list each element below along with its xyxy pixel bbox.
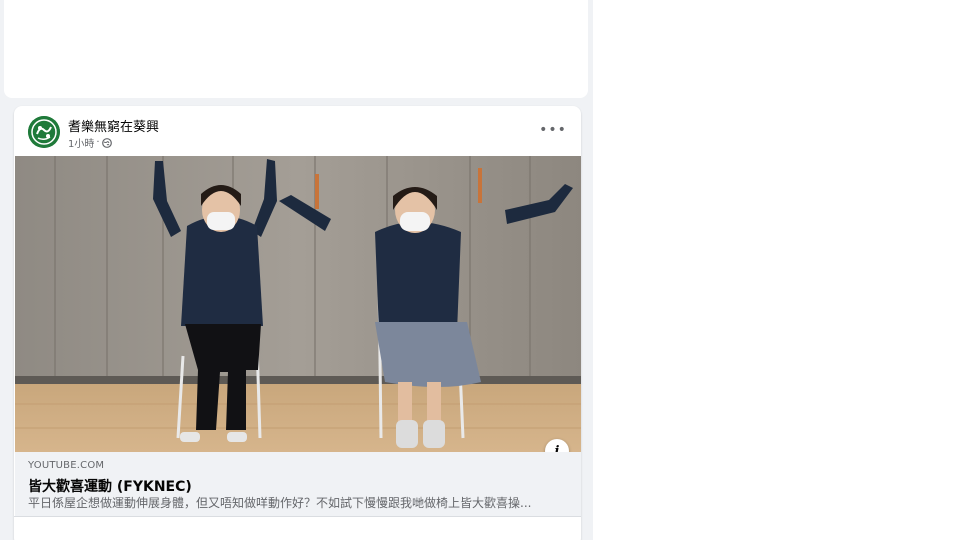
meta-separator: · bbox=[96, 137, 100, 148]
video-thumbnail[interactable] bbox=[15, 156, 581, 452]
post-author-name[interactable]: 耆樂無窮在葵興 bbox=[68, 116, 159, 135]
avatar-logo-icon bbox=[28, 116, 60, 148]
globe-icon bbox=[101, 137, 112, 148]
post-divider bbox=[14, 516, 581, 517]
feed-post: 耆樂無窮在葵興 1小時 · ••• i YOUTUBE.COM 皆大歡喜運動 (… bbox=[14, 106, 581, 540]
link-preview[interactable]: YOUTUBE.COM 皆大歡喜運動 (FYKNEC) 平日係屋企想做運動伸展身… bbox=[15, 452, 581, 516]
post-meta: 1小時 · bbox=[68, 135, 112, 150]
page-avatar[interactable] bbox=[28, 116, 60, 148]
link-title[interactable]: 皆大歡喜運動 (FYKNEC) bbox=[28, 476, 192, 496]
thumbnail-image bbox=[15, 156, 581, 452]
link-domain: YOUTUBE.COM bbox=[28, 460, 105, 471]
previous-post-card bbox=[4, 0, 588, 98]
post-timestamp[interactable]: 1小時 bbox=[68, 135, 94, 150]
news-feed: 耆樂無窮在葵興 1小時 · ••• i YOUTUBE.COM 皆大歡喜運動 (… bbox=[0, 0, 593, 540]
link-description: 平日係屋企想做運動伸展身體，但又唔知做咩動作好？不如試下慢慢跟我哋做椅上皆大歡喜… bbox=[28, 496, 532, 510]
post-options-button[interactable]: ••• bbox=[539, 120, 566, 140]
